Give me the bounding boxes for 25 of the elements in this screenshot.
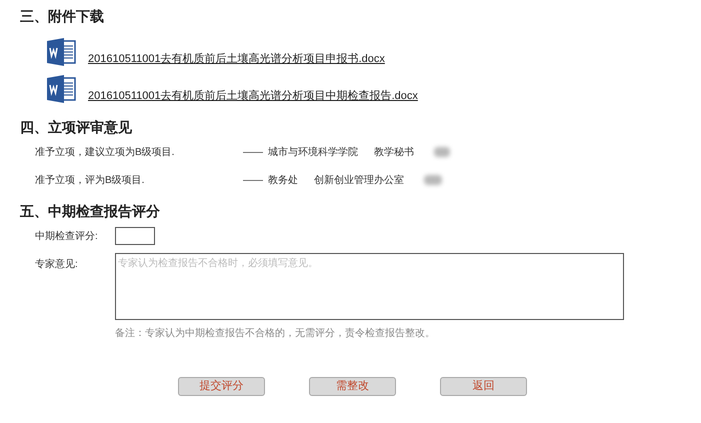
section-heading: 三、附件下载	[20, 7, 105, 26]
score-input[interactable]	[115, 227, 155, 245]
word-document-icon	[46, 38, 76, 66]
reviewer-role: 教学秘书	[374, 146, 414, 160]
action-button[interactable]: 需整改	[309, 377, 396, 396]
file-link[interactable]: 201610511001去有机质前后土壤高光谱分析项目申报书.docx	[88, 52, 385, 66]
word-document-icon	[46, 75, 76, 103]
file-link[interactable]: 201610511001去有机质前后土壤高光谱分析项目中期检查报告.docx	[88, 89, 418, 103]
field-label: 专家意见:	[35, 258, 79, 272]
redacted-name	[424, 175, 442, 185]
field-label: 中期检查评分:	[35, 230, 99, 244]
dash: ——	[243, 146, 264, 160]
review-opinion: 准予立项，评为B级项目.	[35, 174, 146, 188]
dash: ——	[243, 174, 264, 188]
section-heading: 四、立项评审意见	[20, 118, 133, 137]
comment-textarea[interactable]: 专家认为检查报告不合格时，必须填写意见。	[115, 253, 624, 320]
redacted-name	[434, 147, 450, 157]
reviewer-unit: 城市与环境科学学院	[268, 146, 358, 160]
reviewer-unit: 教务处	[268, 174, 298, 188]
review-opinion: 准予立项，建议立项为B级项目.	[35, 146, 176, 160]
action-button[interactable]: 返回	[440, 377, 527, 396]
action-button[interactable]: 提交评分	[178, 377, 265, 396]
note-text: 备注：专家认为中期检查报告不合格的，无需评分，责令检查报告整改。	[115, 326, 436, 341]
section-heading: 五、中期检查报告评分	[20, 202, 161, 221]
reviewer-role: 创新创业管理办公室	[314, 174, 404, 188]
